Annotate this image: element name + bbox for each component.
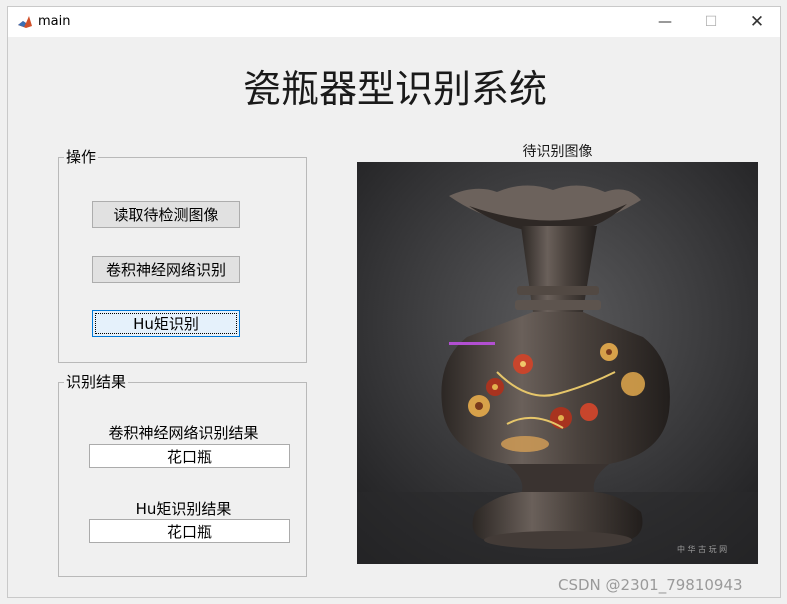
vase-image: 中 华 古 玩 网 — [357, 162, 758, 564]
window-title: main — [38, 14, 71, 29]
image-credit: 中 华 古 玩 网 — [677, 544, 727, 554]
operations-panel-title: 操作 — [64, 148, 99, 166]
matlab-icon — [17, 14, 33, 30]
title-bar: main — ☐ ✕ — [8, 7, 780, 37]
cnn-result-label: 卷积神经网络识别结果 — [108, 424, 259, 442]
results-panel-title: 识别结果 — [64, 373, 129, 391]
hu-result-label: Hu矩识别结果 — [135, 500, 232, 518]
results-panel: 识别结果 卷积神经网络识别结果 花口瓶 Hu矩识别结果 花口瓶 — [58, 373, 307, 577]
vase-illustration: 中 华 古 玩 网 — [357, 162, 758, 564]
operations-panel: 操作 读取待检测图像 卷积神经网络识别 Hu矩识别 — [58, 148, 307, 363]
close-button[interactable]: ✕ — [734, 7, 780, 37]
image-panel-title: 待识别图像 — [522, 144, 593, 160]
load-image-button[interactable]: 读取待检测图像 — [92, 201, 240, 228]
csdn-watermark: CSDN @2301_79810943 — [558, 576, 743, 594]
page-title: 瓷瓶器型识别系统 — [242, 67, 547, 111]
hu-result-field[interactable]: 花口瓶 — [89, 519, 290, 543]
hu-moment-recognize-button[interactable]: Hu矩识别 — [92, 310, 240, 337]
app-window: main — ☐ ✕ 瓷瓶器型识别系统 操作 读取待检测图像 卷积神经网络识别 … — [7, 6, 781, 598]
cnn-recognize-button[interactable]: 卷积神经网络识别 — [92, 256, 240, 283]
cnn-result-field[interactable]: 花口瓶 — [89, 444, 290, 468]
maximize-button[interactable]: ☐ — [688, 7, 734, 37]
minimize-button[interactable]: — — [642, 7, 688, 37]
